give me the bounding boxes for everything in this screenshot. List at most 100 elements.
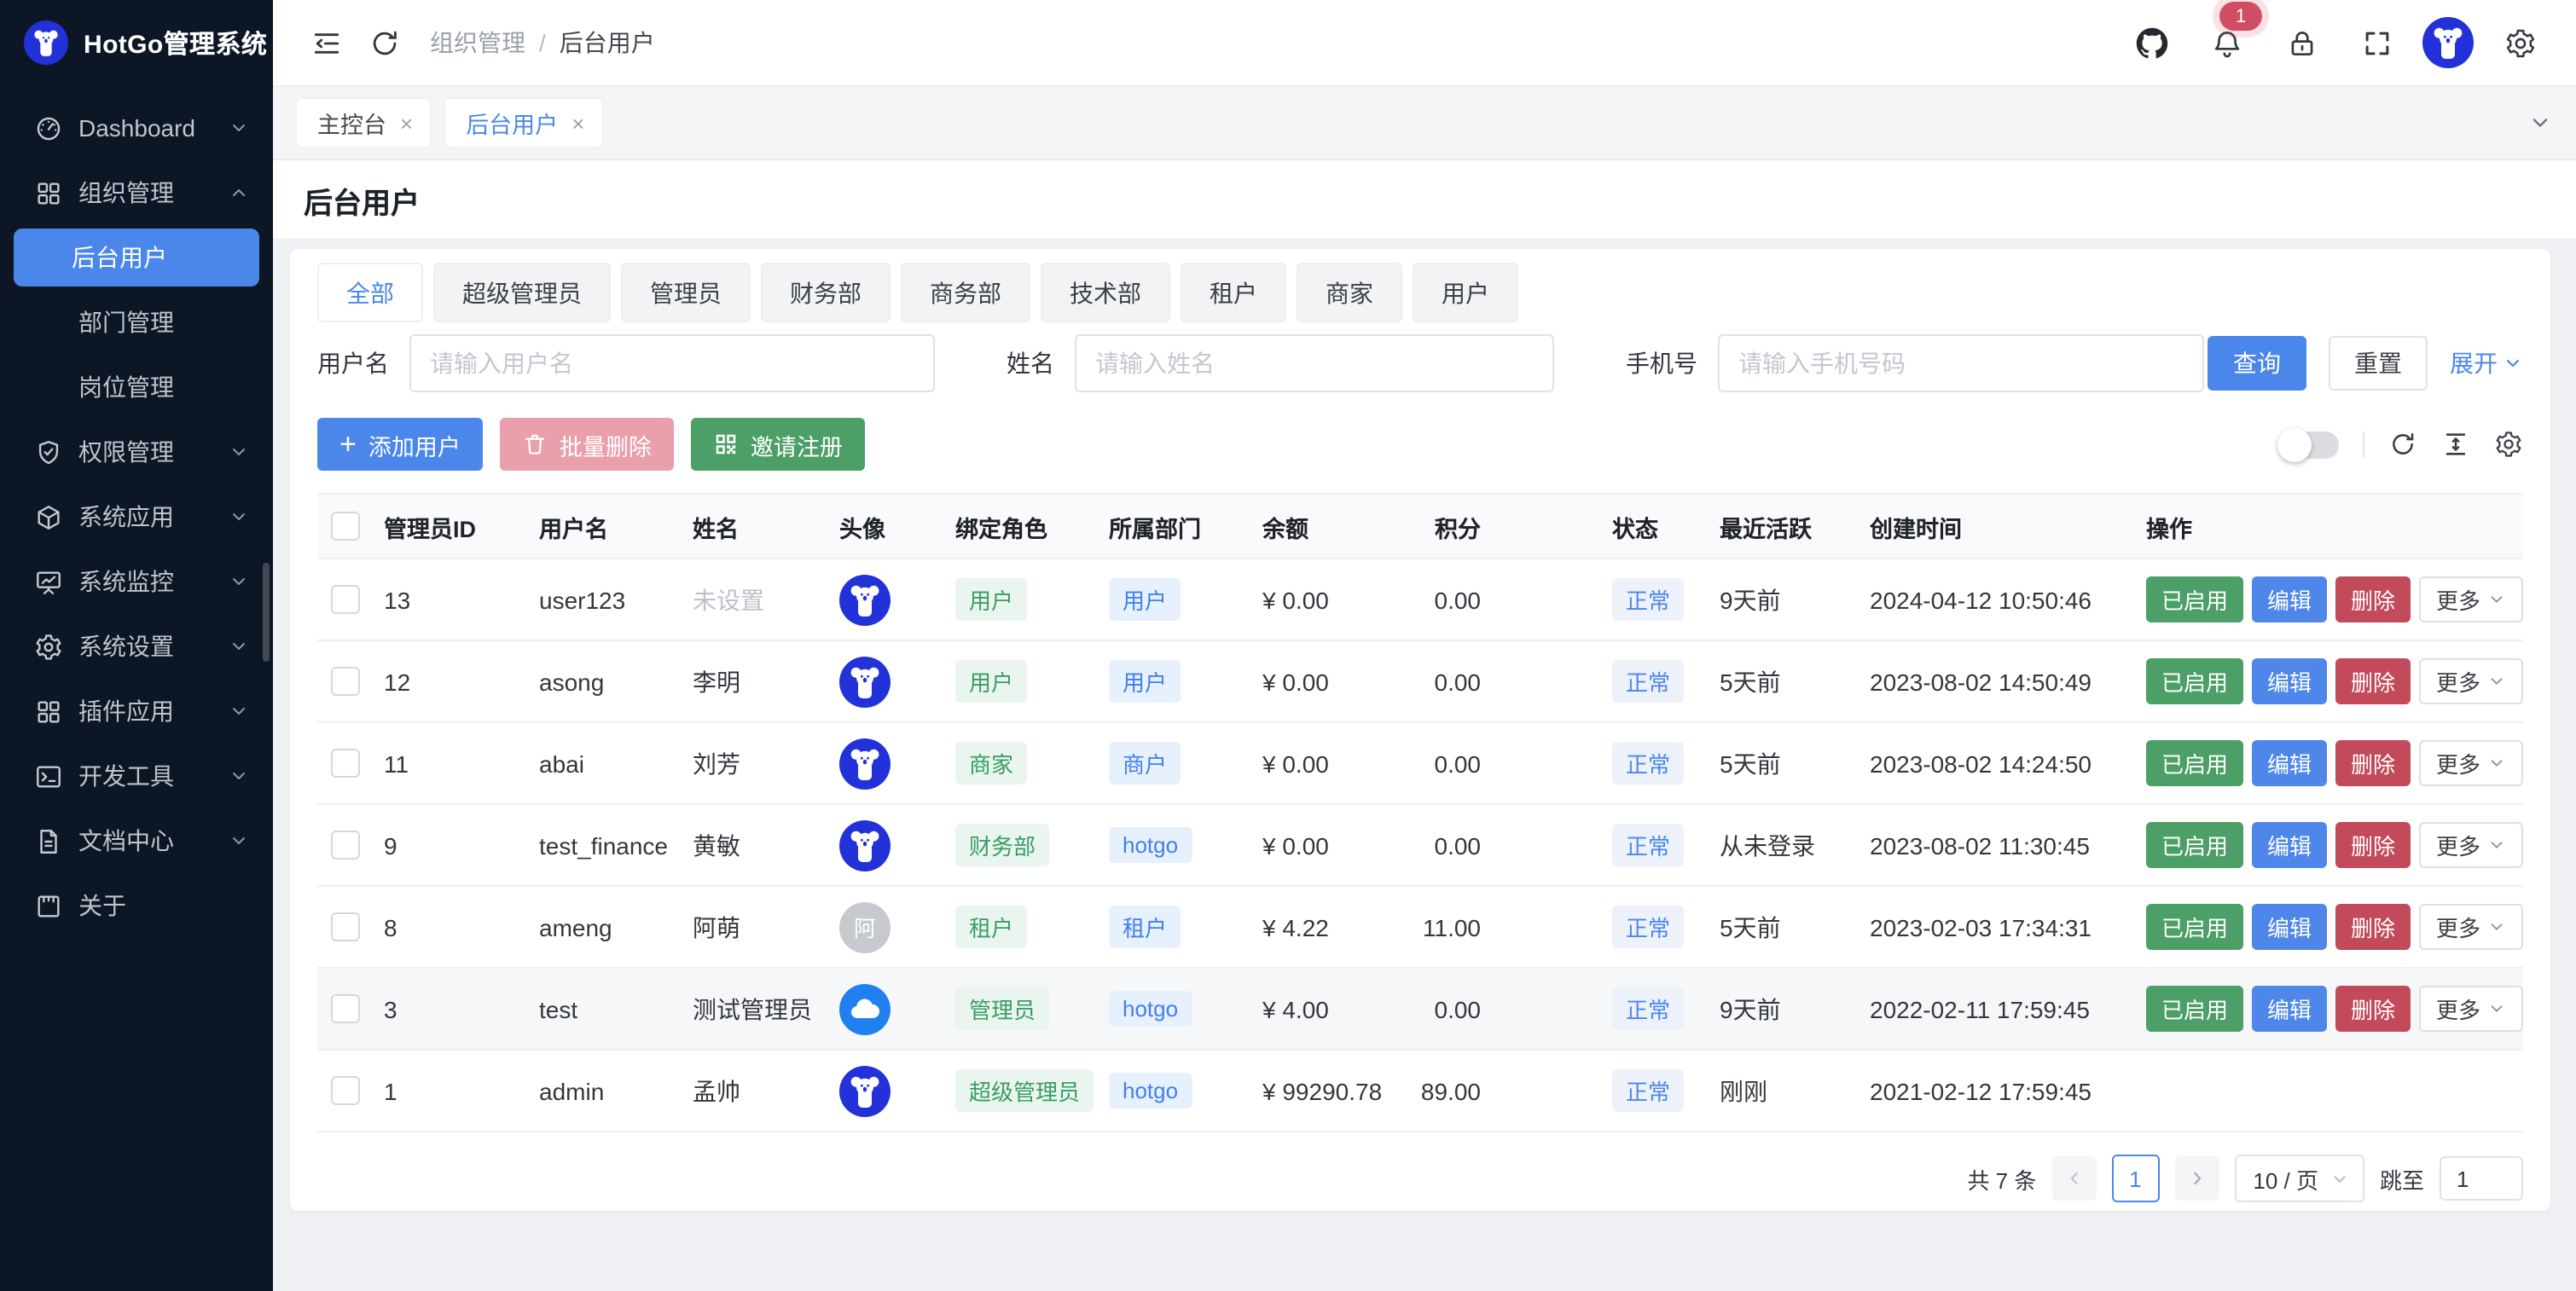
sidebar-item-plugin-app[interactable]: 插件应用 — [0, 679, 273, 744]
sidebar-item-label: 文档中心 — [78, 824, 229, 858]
row-checkbox[interactable] — [331, 667, 360, 696]
enabled-button[interactable]: 已启用 — [2146, 822, 2243, 868]
more-button[interactable]: 更多 — [2419, 822, 2523, 868]
row-checkbox[interactable] — [331, 1076, 360, 1105]
settings-gear-icon[interactable] — [2491, 14, 2549, 72]
striped-toggle[interactable] — [2281, 431, 2339, 458]
row-checkbox[interactable] — [331, 585, 360, 614]
edit-button[interactable]: 编辑 — [2252, 904, 2327, 950]
invite-register-button[interactable]: 邀请注册 — [691, 418, 865, 471]
prev-page-button[interactable] — [2051, 1156, 2096, 1201]
breadcrumb-parent[interactable]: 组织管理 — [430, 26, 525, 60]
enabled-button[interactable]: 已启用 — [2146, 986, 2243, 1032]
sidebar-item-sys-monitor[interactable]: 系统监控 — [0, 549, 273, 614]
lock-screen-icon[interactable] — [2272, 14, 2330, 72]
sidebar-item-perm-manage[interactable]: 权限管理 — [0, 420, 273, 484]
enabled-button[interactable]: 已启用 — [2146, 740, 2243, 786]
edit-button[interactable]: 编辑 — [2252, 986, 2327, 1032]
sidebar-item-dev-tools[interactable]: 开发工具 — [0, 744, 273, 808]
cell-username: ameng — [529, 886, 682, 968]
filter-tab-6[interactable]: 租户 — [1181, 263, 1286, 322]
filter-tab-8[interactable]: 用户 — [1413, 263, 1518, 322]
sidebar-item-sys-setting[interactable]: 系统设置 — [0, 614, 273, 679]
delete-button[interactable]: 删除 — [2335, 822, 2411, 868]
more-button[interactable]: 更多 — [2419, 740, 2523, 786]
github-icon[interactable] — [2122, 14, 2180, 72]
trash-icon — [522, 431, 548, 457]
name-input[interactable] — [1075, 334, 1554, 392]
sidebar-item-label: 权限管理 — [78, 435, 229, 469]
more-button[interactable]: 更多 — [2419, 658, 2523, 704]
sidebar-collapse-icon[interactable] — [297, 14, 355, 72]
sidebar-item-doc-center[interactable]: 文档中心 — [0, 808, 273, 873]
page-size-select[interactable]: 10 / 页 — [2234, 1155, 2364, 1202]
delete-button[interactable]: 删除 — [2335, 576, 2411, 622]
avatar — [839, 738, 891, 789]
refresh-icon[interactable] — [355, 14, 413, 72]
delete-button[interactable]: 删除 — [2335, 658, 2411, 704]
add-user-button[interactable]: + 添加用户 — [317, 418, 483, 471]
sidebar-scrollbar[interactable] — [263, 563, 270, 662]
column-settings-gear-icon[interactable] — [2494, 430, 2523, 459]
more-button[interactable]: 更多 — [2419, 986, 2523, 1032]
user-avatar[interactable] — [2422, 17, 2474, 68]
nav-tab-backend-users[interactable]: 后台用户 × — [445, 99, 601, 147]
main-area: 组织管理 / 后台用户 1 — [273, 0, 2576, 1291]
app-logo[interactable]: HotGo管理系统 — [0, 0, 273, 82]
jump-to-input[interactable] — [2440, 1156, 2523, 1201]
sidebar-item-backend-users[interactable]: 后台用户 — [14, 229, 259, 287]
delete-button[interactable]: 删除 — [2335, 740, 2411, 786]
chevron-down-icon[interactable] — [2528, 111, 2552, 135]
query-button[interactable]: 查询 — [2208, 336, 2306, 391]
batch-delete-button[interactable]: 批量删除 — [500, 418, 674, 471]
sidebar-item-label: 岗位管理 — [78, 370, 249, 404]
row-checkbox[interactable] — [331, 831, 360, 860]
sidebar-item-dept-manage[interactable]: 部门管理 — [0, 290, 273, 355]
row-checkbox[interactable] — [331, 994, 360, 1023]
filter-tab-1[interactable]: 超级管理员 — [433, 263, 611, 322]
filter-tab-7[interactable]: 商家 — [1297, 263, 1402, 322]
filter-tab-4[interactable]: 商务部 — [901, 263, 1030, 322]
expand-link[interactable]: 展开 — [2450, 346, 2523, 380]
sidebar-item-dashboard[interactable]: Dashboard — [0, 96, 273, 160]
notifications-bell-icon[interactable]: 1 — [2197, 14, 2255, 72]
next-page-button[interactable] — [2174, 1156, 2219, 1201]
edit-button[interactable]: 编辑 — [2252, 658, 2327, 704]
edit-button[interactable]: 编辑 — [2252, 576, 2327, 622]
select-all-checkbox[interactable] — [331, 512, 360, 541]
row-density-icon[interactable] — [2441, 430, 2470, 459]
fullscreen-icon[interactable] — [2347, 14, 2405, 72]
pagination: 共 7 条 1 10 / 页 跳至 — [317, 1155, 2523, 1202]
status-tag: 正常 — [1612, 1069, 1684, 1112]
cell-username: user123 — [529, 559, 682, 640]
edit-button[interactable]: 编辑 — [2252, 822, 2327, 868]
enabled-button[interactable]: 已启用 — [2146, 576, 2243, 622]
filter-tab-5[interactable]: 技术部 — [1041, 263, 1170, 322]
delete-button[interactable]: 删除 — [2335, 986, 2411, 1032]
reset-button[interactable]: 重置 — [2329, 336, 2428, 391]
page-number-1[interactable]: 1 — [2111, 1155, 2159, 1202]
row-checkbox[interactable] — [331, 912, 360, 941]
enabled-button[interactable]: 已启用 — [2146, 658, 2243, 704]
username-input[interactable] — [409, 334, 935, 392]
sidebar-item-org-manage[interactable]: 组织管理 — [0, 160, 273, 225]
delete-button[interactable]: 删除 — [2335, 904, 2411, 950]
sidebar-item-sys-app[interactable]: 系统应用 — [0, 484, 273, 549]
more-button[interactable]: 更多 — [2419, 904, 2523, 950]
filter-tab-all-active[interactable]: 全部 — [317, 263, 423, 322]
close-icon[interactable]: × — [400, 110, 413, 136]
edit-button[interactable]: 编辑 — [2252, 740, 2327, 786]
close-icon[interactable]: × — [571, 110, 584, 136]
nav-tab-console[interactable]: 主控台 × — [297, 99, 430, 147]
filter-tab-3[interactable]: 财务部 — [761, 263, 891, 322]
filter-tab-2[interactable]: 管理员 — [621, 263, 751, 322]
row-checkbox[interactable] — [331, 749, 360, 778]
enabled-button[interactable]: 已启用 — [2146, 904, 2243, 950]
more-button[interactable]: 更多 — [2419, 576, 2523, 622]
cell-dept: hotgo — [1099, 804, 1252, 886]
phone-input[interactable] — [1718, 334, 2204, 392]
sidebar-item-about[interactable]: 关于 — [0, 873, 273, 938]
sidebar-item-post-manage[interactable]: 岗位管理 — [0, 355, 273, 420]
column-header: 创建时间 — [1859, 494, 2136, 559]
reload-table-icon[interactable] — [2388, 430, 2417, 459]
